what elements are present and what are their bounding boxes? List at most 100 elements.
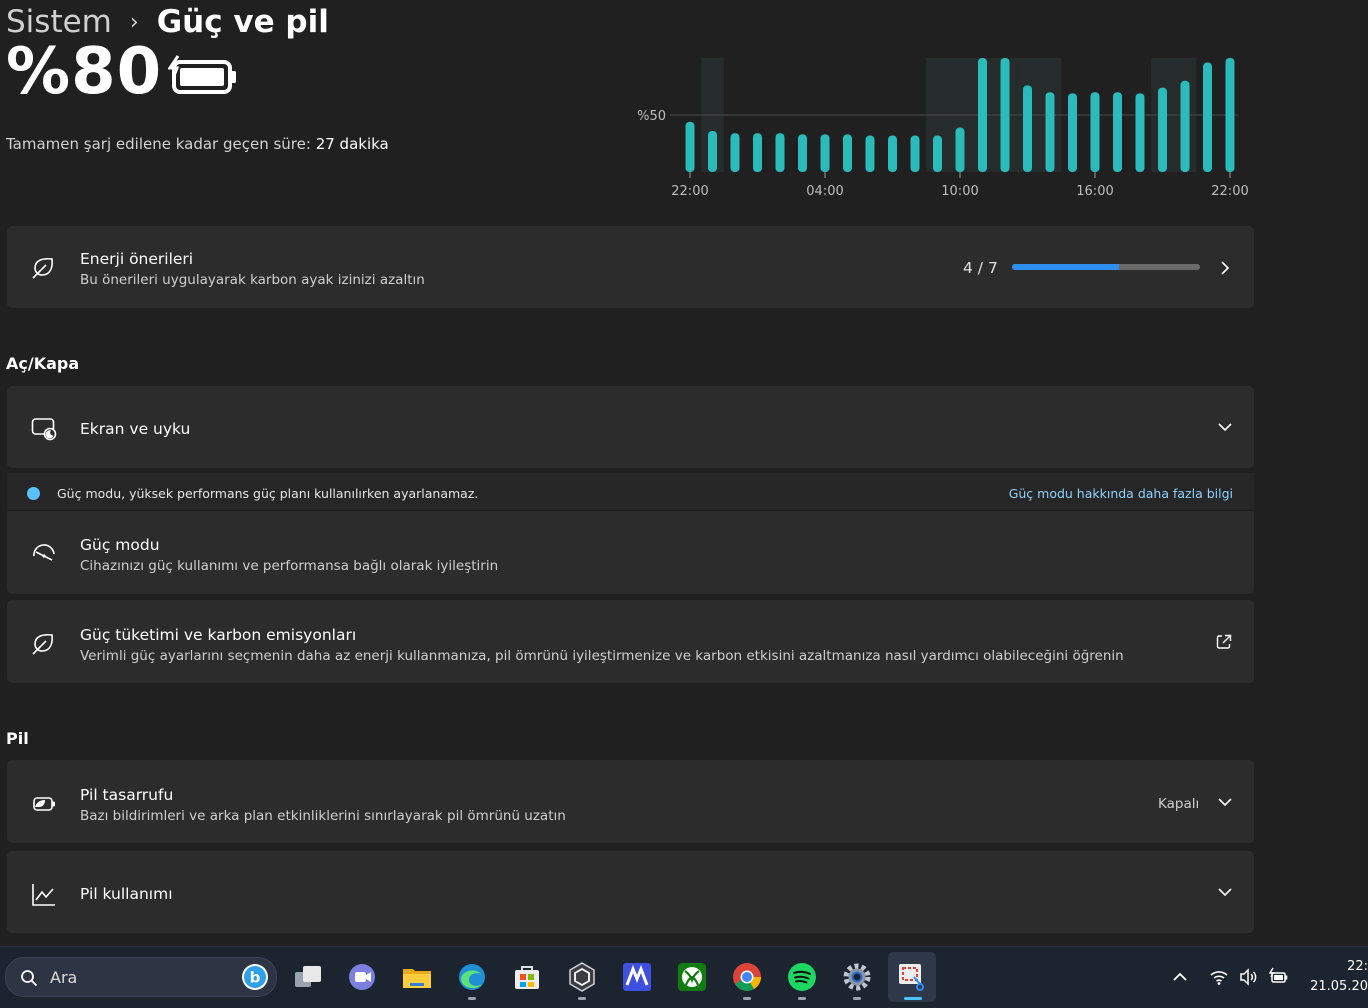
section-heading-battery: Pil: [6, 729, 29, 748]
battery-usage-card[interactable]: Pil kullanımı: [7, 851, 1254, 933]
unity-icon[interactable]: [566, 961, 598, 993]
page-title: Güç ve pil: [156, 4, 329, 40]
battery-bar: [1203, 62, 1212, 173]
battery-bar: [1135, 93, 1145, 172]
x-tick-label: 04:00: [806, 184, 843, 199]
section-heading-onoff: Aç/Kapa: [6, 354, 80, 373]
speedometer-icon: [33, 544, 55, 561]
battery-bar: [1045, 92, 1055, 172]
chevron-right-icon[interactable]: [1217, 260, 1233, 276]
edge-icon[interactable]: [456, 961, 488, 993]
battery-bar: [1000, 58, 1010, 172]
battery-saver-title: Pil tasarrufu: [80, 786, 174, 804]
clock-time[interactable]: 22:: [1347, 959, 1368, 974]
microsoft-store-icon[interactable]: [511, 961, 543, 993]
charge-time-label: Tamamen şarj edilene kadar geçen süre:: [6, 135, 311, 153]
file-explorer-icon[interactable]: [401, 961, 433, 993]
x-tick-label: 22:00: [1211, 184, 1248, 199]
power-mode-title: Güç modu: [80, 536, 160, 554]
battery-bar: [730, 133, 740, 172]
task-view-icon[interactable]: [292, 961, 324, 993]
y-reference-label: %50: [637, 109, 666, 124]
battery-bar: [888, 135, 897, 172]
x-tick-label: 10:00: [941, 184, 978, 199]
chevron-down-icon[interactable]: [1217, 794, 1233, 810]
screen-sleep-icon: [31, 418, 57, 441]
search-placeholder: Ara: [50, 968, 78, 987]
info-text: Güç modu, yüksek performans güç planı ku…: [57, 486, 479, 501]
spotify-icon[interactable]: [786, 961, 818, 993]
running-indicator: [853, 997, 861, 1000]
battery-charging-tray-icon[interactable]: [1268, 967, 1288, 987]
screen-sleep-title: Ekran ve uyku: [80, 420, 191, 438]
battery-bar: [685, 121, 695, 172]
charge-time-text: Tamamen şarj edilene kadar geçen süre: 2…: [6, 135, 389, 153]
battery-bar: [1068, 93, 1077, 172]
battery-bar: [843, 134, 852, 172]
settings-gear-icon[interactable]: [841, 961, 873, 993]
battery-bar: [933, 135, 942, 172]
battery-bar: [1023, 85, 1032, 172]
external-link-icon[interactable]: [1216, 634, 1232, 650]
energy-progress-text: 4 / 7: [963, 259, 998, 277]
running-indicator: [743, 997, 751, 1000]
battery-bar: [798, 134, 807, 172]
snipping-tool-icon[interactable]: [896, 961, 928, 993]
energy-progress-bar: [1012, 264, 1200, 270]
running-indicator: [798, 997, 806, 1000]
volume-icon[interactable]: [1238, 967, 1258, 987]
screen-sleep-card[interactable]: Ekran ve uyku: [7, 386, 1254, 468]
power-consumption-card[interactable]: Güç tüketimi ve karbon emisyonları Verim…: [7, 600, 1254, 683]
battery-saver-description: Bazı bildirimleri ve arka plan etkinlikl…: [80, 808, 566, 824]
battery-bar: [910, 135, 920, 172]
breadcrumb-separator: ›: [129, 9, 139, 35]
search-icon: [21, 970, 38, 987]
bing-icon[interactable]: b: [240, 962, 270, 992]
active-indicator: [904, 997, 922, 1000]
energy-description: Bu önerileri uygulayarak karbon ayak izi…: [80, 272, 425, 288]
consumption-description: Verimli güç ayarlarını seçmenin daha az …: [80, 648, 1124, 664]
power-mode-info-bar: Güç modu, yüksek performans güç planı ku…: [7, 473, 1254, 511]
info-icon: [27, 487, 40, 500]
taskbar: Ara b 22: 21.05.20: [0, 946, 1368, 1008]
x-tick-label: 22:00: [671, 184, 708, 199]
battery-bar: [955, 127, 965, 172]
x-tick-label: 16:00: [1076, 184, 1113, 199]
chevron-down-icon[interactable]: [1217, 419, 1233, 435]
teams-chat-icon[interactable]: [346, 961, 378, 993]
energy-progress-fill: [1012, 264, 1120, 270]
power-mode-learn-more-link[interactable]: Güç modu hakkında daha fazla bilgi: [1009, 486, 1233, 501]
battery-usage-title: Pil kullanımı: [80, 885, 173, 903]
show-hidden-icons-chevron-up-icon[interactable]: [1170, 967, 1190, 987]
battery-bar: [753, 133, 762, 172]
clock-date[interactable]: 21.05.20: [1310, 979, 1368, 994]
consumption-title: Güç tüketimi ve karbon emisyonları: [80, 626, 357, 644]
battery-bar: [775, 133, 785, 172]
battery-bar: [820, 134, 830, 172]
line-chart-icon: [32, 884, 55, 906]
taskbar-search[interactable]: Ara b: [5, 957, 277, 997]
battery-saver-status: Kapalı: [1158, 796, 1200, 812]
mark-app-icon[interactable]: [621, 961, 653, 993]
chrome-icon[interactable]: [731, 961, 763, 993]
power-mode-description: Cihazınızı güç kullanımı ve performansa …: [80, 558, 499, 574]
battery-level-chart[interactable]: %50 22:00 04:00 10:00 16:00 22:00: [620, 50, 1250, 210]
energy-title: Enerji önerileri: [80, 250, 194, 268]
charge-time-value: 27 dakika: [315, 135, 389, 153]
battery-bar: [1113, 92, 1122, 172]
battery-bar: [1180, 80, 1190, 172]
svg-text:b: b: [250, 969, 261, 987]
running-indicator: [468, 997, 476, 1000]
battery-charging-icon: [168, 55, 236, 94]
wifi-icon[interactable]: [1209, 967, 1229, 987]
xbox-icon[interactable]: [676, 961, 708, 993]
energy-recommendations-card[interactable]: Enerji önerileri Bu önerileri uygulayara…: [7, 226, 1254, 308]
power-mode-card[interactable]: Güç modu Cihazınızı güç kullanımı ve per…: [7, 511, 1254, 594]
battery-bar: [1090, 92, 1100, 172]
chevron-down-icon[interactable]: [1217, 884, 1233, 900]
running-indicator: [578, 997, 586, 1000]
battery-saver-card[interactable]: Pil tasarrufu Bazı bildirimleri ve arka …: [7, 760, 1254, 843]
battery-saver-icon: [33, 797, 55, 811]
battery-percentage: %80: [6, 35, 163, 109]
battery-bar: [708, 130, 717, 172]
